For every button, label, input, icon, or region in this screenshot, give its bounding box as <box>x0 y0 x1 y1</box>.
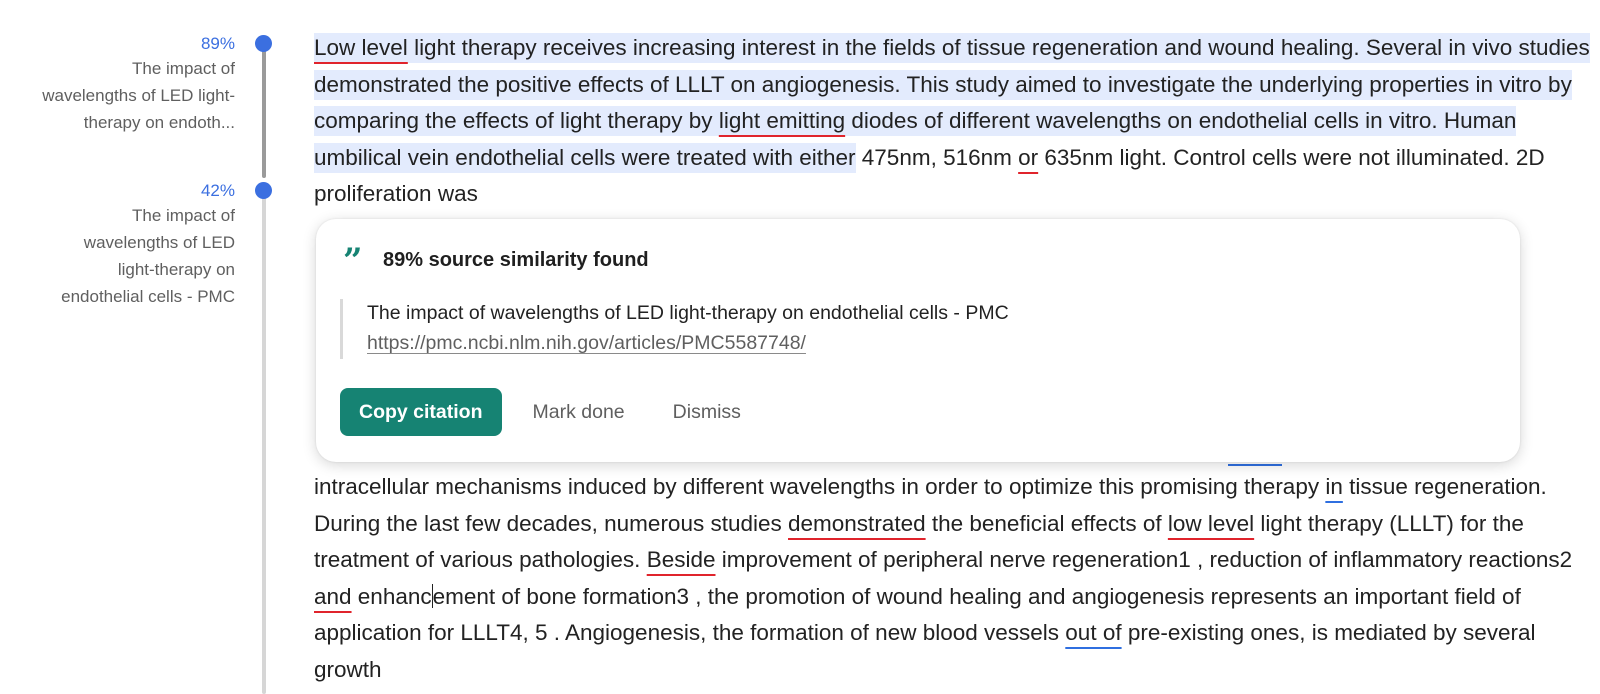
grammar-issue[interactable]: Low level <box>314 35 408 60</box>
source-entry-2[interactable]: 42% The impact of wavelengths of LED lig… <box>0 180 235 310</box>
style-suggestion[interactable]: out of <box>1065 620 1121 645</box>
grammar-issue[interactable]: or <box>1018 145 1038 170</box>
source-title-line: The impact of <box>132 59 235 78</box>
text-run: improvement of peripheral nerve regenera… <box>715 547 1573 572</box>
plagiarism-checker-view: 89% The impact of wavelengths of LED lig… <box>0 0 1600 694</box>
source-range-line-active <box>262 50 266 178</box>
text-run: the beneficial effects of <box>925 510 1168 536</box>
text-run: enhanc <box>351 583 432 609</box>
source-percent: 89% <box>200 34 235 53</box>
document-text[interactable]: Low level light therapy receives increas… <box>314 30 1594 213</box>
source-title-line: The impact of <box>132 206 235 225</box>
grammar-issue[interactable]: low level <box>1168 511 1254 536</box>
grammar-issue[interactable]: demonstrated <box>788 511 926 536</box>
text-run: intracellular mechanisms induced by diff… <box>314 474 1326 499</box>
style-suggestion-underline[interactable] <box>1228 464 1282 466</box>
text-run: 475nm, 516nm <box>855 144 1019 170</box>
source-title-line: endothelial cells - PMC <box>61 287 235 306</box>
source-title-line: light-therapy on <box>117 260 235 279</box>
source-title: The impact of wavelengths of LED light-t… <box>0 202 235 310</box>
source-entry-1[interactable]: 89% The impact of wavelengths of LED lig… <box>0 33 235 136</box>
document-paragraph[interactable]: Low level light therapy receives increas… <box>314 30 1594 213</box>
source-range-line <box>262 196 266 694</box>
document-text-continued[interactable]: intracellular mechanisms induced by diff… <box>314 469 1594 688</box>
matched-source-block: The impact of wavelengths of LED light-t… <box>340 299 1009 359</box>
grammar-issue[interactable]: and <box>314 584 352 609</box>
mark-done-button[interactable]: Mark done <box>533 388 625 436</box>
popup-header: ” 89% source similarity found <box>343 247 649 273</box>
source-title: The impact of wavelengths of LED light- … <box>0 55 235 136</box>
source-title-line: wavelengths of LED light- <box>42 86 235 105</box>
source-marker-dot[interactable] <box>255 182 272 199</box>
grammar-issue[interactable]: Beside <box>647 547 716 572</box>
source-title-line: therapy on endoth... <box>83 113 235 132</box>
quote-icon: ” <box>343 247 363 273</box>
popup-actions: Copy citation Mark done Dismiss <box>340 388 741 436</box>
dismiss-button[interactable]: Dismiss <box>673 388 741 436</box>
matched-source-link[interactable]: https://pmc.ncbi.nlm.nih.gov/articles/PM… <box>367 327 1009 359</box>
matched-source-title: The impact of wavelengths of LED light-t… <box>367 302 1009 324</box>
source-percent: 42% <box>200 181 235 200</box>
document-paragraph[interactable]: intracellular mechanisms induced by diff… <box>314 469 1594 688</box>
copy-citation-button[interactable]: Copy citation <box>340 388 502 436</box>
grammar-issue[interactable]: light emitting <box>719 108 845 133</box>
source-title-line: wavelengths of LED <box>83 233 235 252</box>
source-marker-dot[interactable] <box>255 35 272 52</box>
similarity-popup-card: ” 89% source similarity found The impact… <box>316 219 1520 462</box>
popup-title: 89% source similarity found <box>383 248 649 271</box>
style-suggestion[interactable]: in <box>1325 474 1343 499</box>
